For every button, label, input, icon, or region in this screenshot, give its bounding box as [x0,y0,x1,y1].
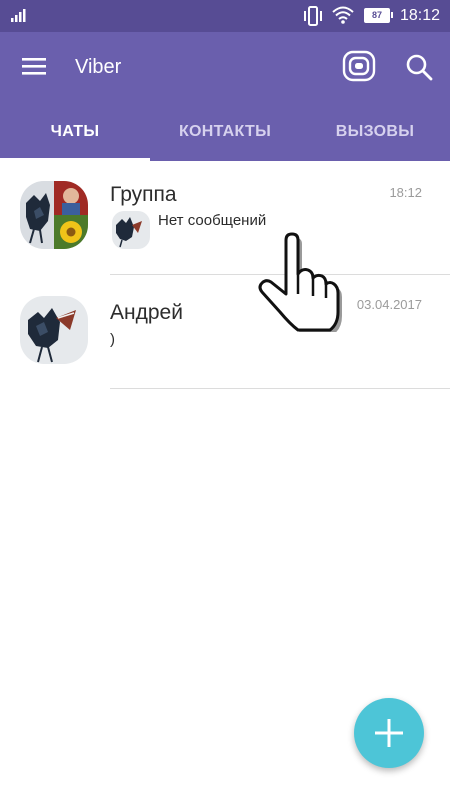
new-chat-button[interactable] [354,698,424,768]
app-title: Viber [75,56,122,78]
tab-contacts[interactable]: КОНТАКТЫ [150,102,300,161]
tab-chats[interactable]: ЧАТЫ [0,102,150,161]
chat-name: Андрей [110,301,183,324]
plus-icon [375,719,403,747]
clock: 18:12 [400,7,441,24]
hand-pointer-icon [258,232,342,332]
battery-icon: 87 [364,8,393,23]
search-icon[interactable] [405,53,433,81]
stories-icon[interactable] [342,50,376,82]
chat-time: 03.04.2017 [356,297,422,312]
chat-item-group[interactable]: Группа 18:12 Нет сообщений [0,161,450,275]
chat-last-message: ) [110,331,115,348]
vibrate-icon [304,6,322,26]
sender-avatar [112,211,150,249]
chat-item-andrey[interactable]: Андрей 03.04.2017 ) [0,275,450,389]
group-avatar [20,181,88,249]
chat-divider [110,388,450,389]
chat-name: Группа [110,183,177,206]
app-bar: Viber [0,32,450,102]
signal-icon [11,9,26,22]
status-bar: 87 18:12 [0,0,450,32]
andrey-avatar [20,296,88,364]
tab-bar: ЧАТЫ КОНТАКТЫ ВЫЗОВЫ [0,102,450,161]
chat-last-message: Нет сообщений [158,212,267,229]
tab-calls[interactable]: ВЫЗОВЫ [300,102,450,161]
wifi-icon [332,6,354,24]
menu-icon[interactable] [22,56,46,76]
chat-time: 18:12 [389,185,422,200]
